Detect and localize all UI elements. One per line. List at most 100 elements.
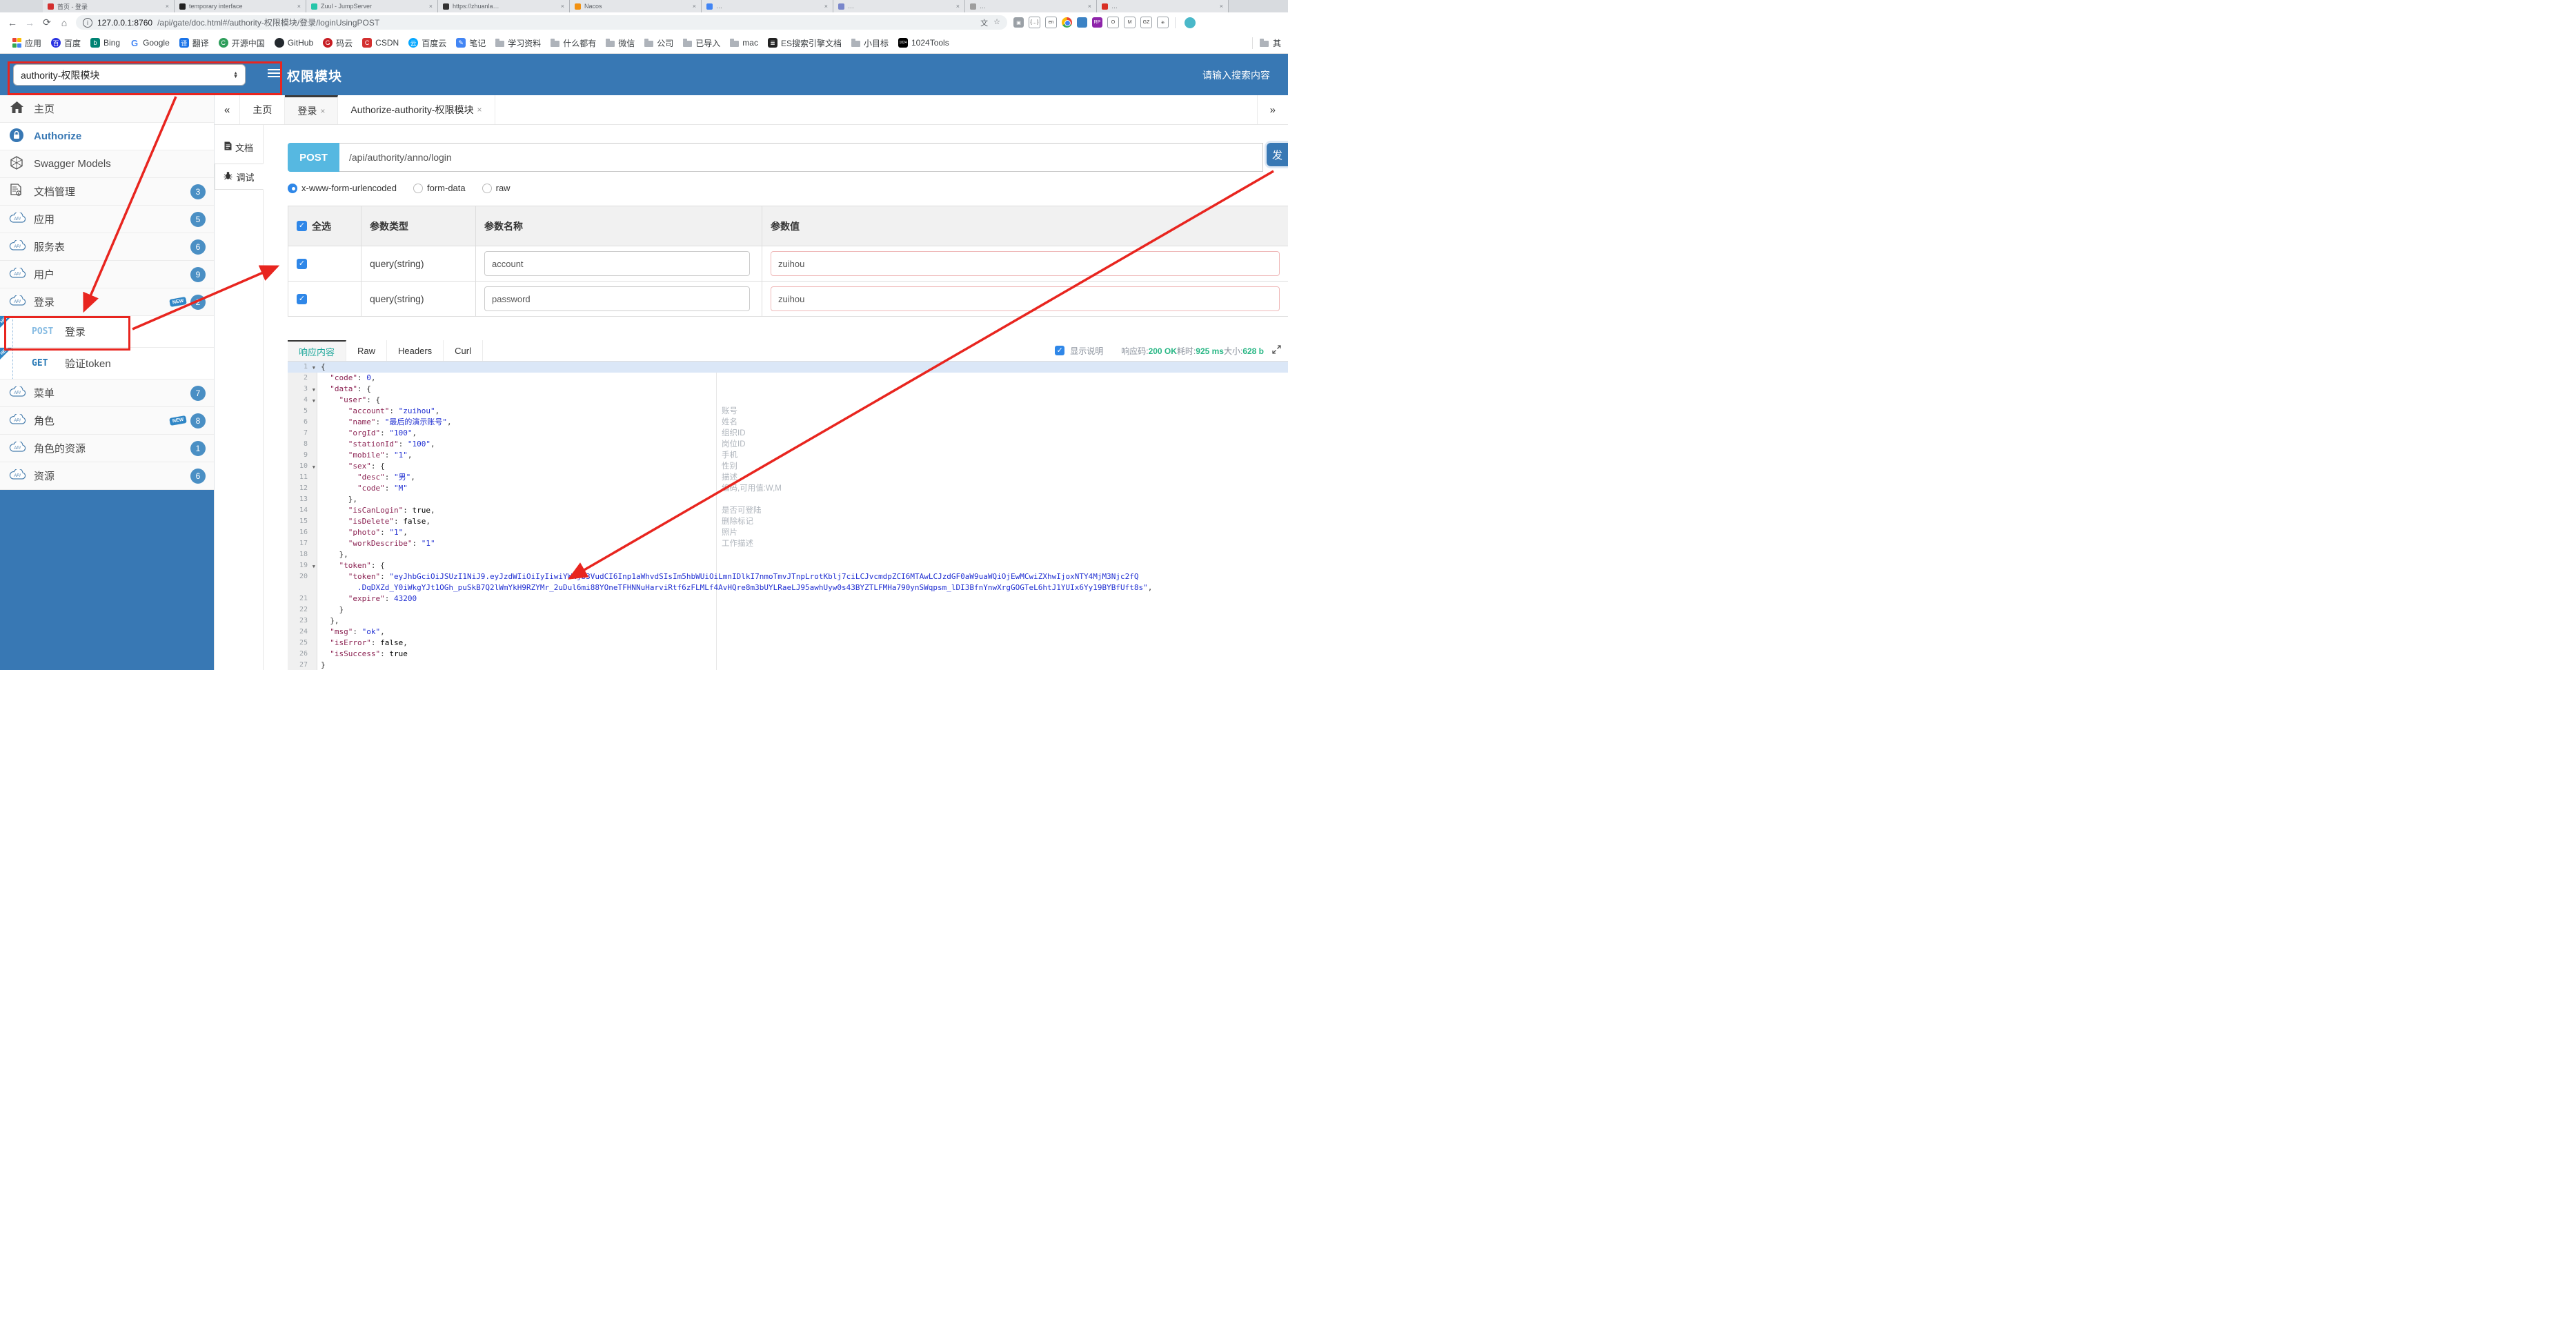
sidebar-item-登录[interactable]: API 登录 NEW 2 xyxy=(0,288,214,316)
search-input[interactable]: 请输入搜索内容 xyxy=(1202,68,1270,82)
fold-caret-icon[interactable]: ▼ xyxy=(313,395,315,406)
bookmark-item[interactable]: 微信 xyxy=(601,36,640,50)
radio-icon[interactable] xyxy=(482,183,492,193)
sidebar-item-get-验证token[interactable]: NEW GET 验证token xyxy=(0,346,214,380)
tab-close-icon[interactable]: × xyxy=(297,3,301,10)
profile-avatar[interactable] xyxy=(1185,17,1196,28)
response-tab-响应内容[interactable]: 响应内容 xyxy=(288,340,347,361)
bookmark-item[interactable]: G 码云 xyxy=(318,36,357,50)
content-tab-Authorize-authority-权限模块[interactable]: Authorize-authority-权限模块 × xyxy=(338,95,495,124)
radio-icon[interactable] xyxy=(413,183,423,193)
tab-close-icon[interactable]: × xyxy=(429,3,433,10)
extension-icon[interactable]: ▣ xyxy=(1013,17,1024,28)
sidebar-item-文档管理[interactable]: 文档管理 3 xyxy=(0,178,214,206)
bookmark-item[interactable]: b Bing xyxy=(86,37,125,49)
browser-tab[interactable]: … × xyxy=(833,0,965,12)
tab-文档[interactable]: 文档 xyxy=(215,135,263,159)
content-type-radio-form-data[interactable]: form-data xyxy=(413,183,466,193)
tab-close-icon[interactable]: × xyxy=(693,3,696,10)
tab-close-icon[interactable]: × xyxy=(477,105,482,115)
browser-tab[interactable]: … × xyxy=(965,0,1097,12)
bookmark-item[interactable]: 公司 xyxy=(640,36,678,50)
fold-caret-icon[interactable]: ▼ xyxy=(313,561,315,572)
bookmark-item[interactable]: 云百度云 xyxy=(404,36,451,50)
sidebar-item-服务表[interactable]: API 服务表 6 xyxy=(0,233,214,261)
browser-tab[interactable]: 首页 - 登录 × xyxy=(43,0,175,12)
checkbox-checked-icon[interactable]: ✓ xyxy=(297,293,307,304)
bookmark-star-icon[interactable]: ☆ xyxy=(993,17,1000,28)
extension-icon[interactable]: O xyxy=(1107,17,1119,28)
bookmark-item[interactable]: 应用 xyxy=(7,36,46,50)
response-tab-Curl[interactable]: Curl xyxy=(444,340,484,361)
tabs-collapse-button[interactable]: « xyxy=(215,95,241,124)
browser-tab[interactable]: … × xyxy=(1097,0,1229,12)
tabs-expand-button[interactable]: » xyxy=(1256,95,1288,124)
sidebar-item-authorize[interactable]: Authorize xyxy=(0,123,214,150)
browser-tab[interactable]: Nacos × xyxy=(570,0,702,12)
tab-close-icon[interactable]: × xyxy=(824,3,828,10)
page-info-icon[interactable]: i xyxy=(83,17,92,28)
fold-caret-icon[interactable]: ▼ xyxy=(313,384,315,395)
bookmark-item[interactable]: ✎ 笔记 xyxy=(451,36,491,50)
fold-caret-icon[interactable]: ▼ xyxy=(313,462,315,473)
content-type-radio-x-www-form-urlencoded[interactable]: x-www-form-urlencoded xyxy=(288,183,397,193)
checkbox-checked-icon[interactable]: ✓ xyxy=(297,221,307,231)
bookmark-item[interactable]: mac xyxy=(725,37,763,49)
checkbox-checked-icon[interactable]: ✓ xyxy=(1055,346,1065,355)
bookmark-item[interactable]: G Google xyxy=(125,37,175,49)
bookmark-item[interactable]: GitHub xyxy=(270,37,318,49)
bookmark-item[interactable]: C CSDN xyxy=(357,37,404,49)
back-icon[interactable]: ← xyxy=(7,17,18,28)
tab-close-icon[interactable]: × xyxy=(561,3,564,10)
sidebar-item-资源[interactable]: API 资源 6 xyxy=(0,462,214,490)
tab-调试[interactable]: 调试 xyxy=(215,164,264,190)
tab-close-icon[interactable]: × xyxy=(320,106,325,116)
response-json-editor[interactable]: 1 ▼{2 "code": 0, 3 ▼ "data": {4 ▼ "user": {5… xyxy=(288,362,1288,670)
sidebar-item-角色的资源[interactable]: API 角色的资源 1 xyxy=(0,435,214,462)
tab-close-icon[interactable]: × xyxy=(956,3,960,10)
content-tab-登录[interactable]: 登录 × xyxy=(285,95,339,124)
extension-icon[interactable] xyxy=(1062,17,1072,28)
bookmark-item[interactable]: 译翻译 xyxy=(175,36,214,50)
sidebar-item-应用[interactable]: API 应用 5 xyxy=(0,206,214,233)
extension-icon[interactable]: GZ xyxy=(1140,17,1152,28)
bookmark-item[interactable]: 已导入 xyxy=(678,36,725,50)
browser-tab[interactable]: temporary interface × xyxy=(175,0,306,12)
bookmark-item[interactable]: ≣ ES搜索引擎文档 xyxy=(763,36,846,50)
forward-icon[interactable]: → xyxy=(24,17,35,28)
param-name-input[interactable]: password xyxy=(484,286,750,311)
extension-icon[interactable]: ✳ xyxy=(1157,17,1169,28)
param-name-input[interactable]: account xyxy=(484,251,750,276)
bookmark-item[interactable]: C 开源中国 xyxy=(214,36,270,50)
checkbox-checked-icon[interactable]: ✓ xyxy=(297,258,307,269)
tab-close-icon[interactable]: × xyxy=(1088,3,1091,10)
browser-tab[interactable]: Zuul - JumpServer × xyxy=(306,0,438,12)
bookmark-item[interactable]: 1024 1024Tools xyxy=(893,37,954,49)
address-bar[interactable]: i 127.0.0.1:8760/api/gate/doc.html#/auth… xyxy=(76,15,1007,30)
fold-caret-icon[interactable]: ▼ xyxy=(313,362,315,373)
bookmark-item[interactable]: 百百度 xyxy=(46,36,86,50)
sidebar-item-用户[interactable]: API 用户 9 xyxy=(0,261,214,288)
sidebar-item-角色[interactable]: API 角色 NEW 8 xyxy=(0,407,214,435)
sidebar-item-菜单[interactable]: API 菜单 7 xyxy=(0,380,214,407)
response-tab-Raw[interactable]: Raw xyxy=(346,340,388,361)
sidebar-item-主页[interactable]: 主页 xyxy=(0,95,214,123)
bookmark-item[interactable]: 什么都有 xyxy=(546,36,601,50)
bookmarks-overflow[interactable]: 其 xyxy=(1251,37,1281,49)
request-path-input[interactable]: /api/authority/anno/login xyxy=(339,143,1263,172)
browser-tab[interactable]: https://zhuanla… × xyxy=(438,0,570,12)
reload-icon[interactable]: ⟳ xyxy=(41,17,52,28)
content-tab-主页[interactable]: 主页 xyxy=(240,95,286,124)
browser-tab[interactable]: … × xyxy=(702,0,833,12)
radio-icon[interactable] xyxy=(288,183,297,193)
bookmark-item[interactable]: 小目标 xyxy=(846,36,893,50)
bookmark-item[interactable]: 学习资料 xyxy=(491,36,546,50)
param-value-input[interactable]: zuihou xyxy=(771,251,1280,276)
extension-icon[interactable] xyxy=(1077,17,1087,28)
extension-icon[interactable]: en xyxy=(1045,17,1057,28)
tab-close-icon[interactable]: × xyxy=(166,3,169,10)
tab-close-icon[interactable]: × xyxy=(1220,3,1223,10)
translate-icon[interactable]: 文 xyxy=(980,17,988,28)
extension-icon[interactable]: {…} xyxy=(1029,17,1040,28)
send-request-button[interactable]: 发 xyxy=(1267,143,1288,166)
